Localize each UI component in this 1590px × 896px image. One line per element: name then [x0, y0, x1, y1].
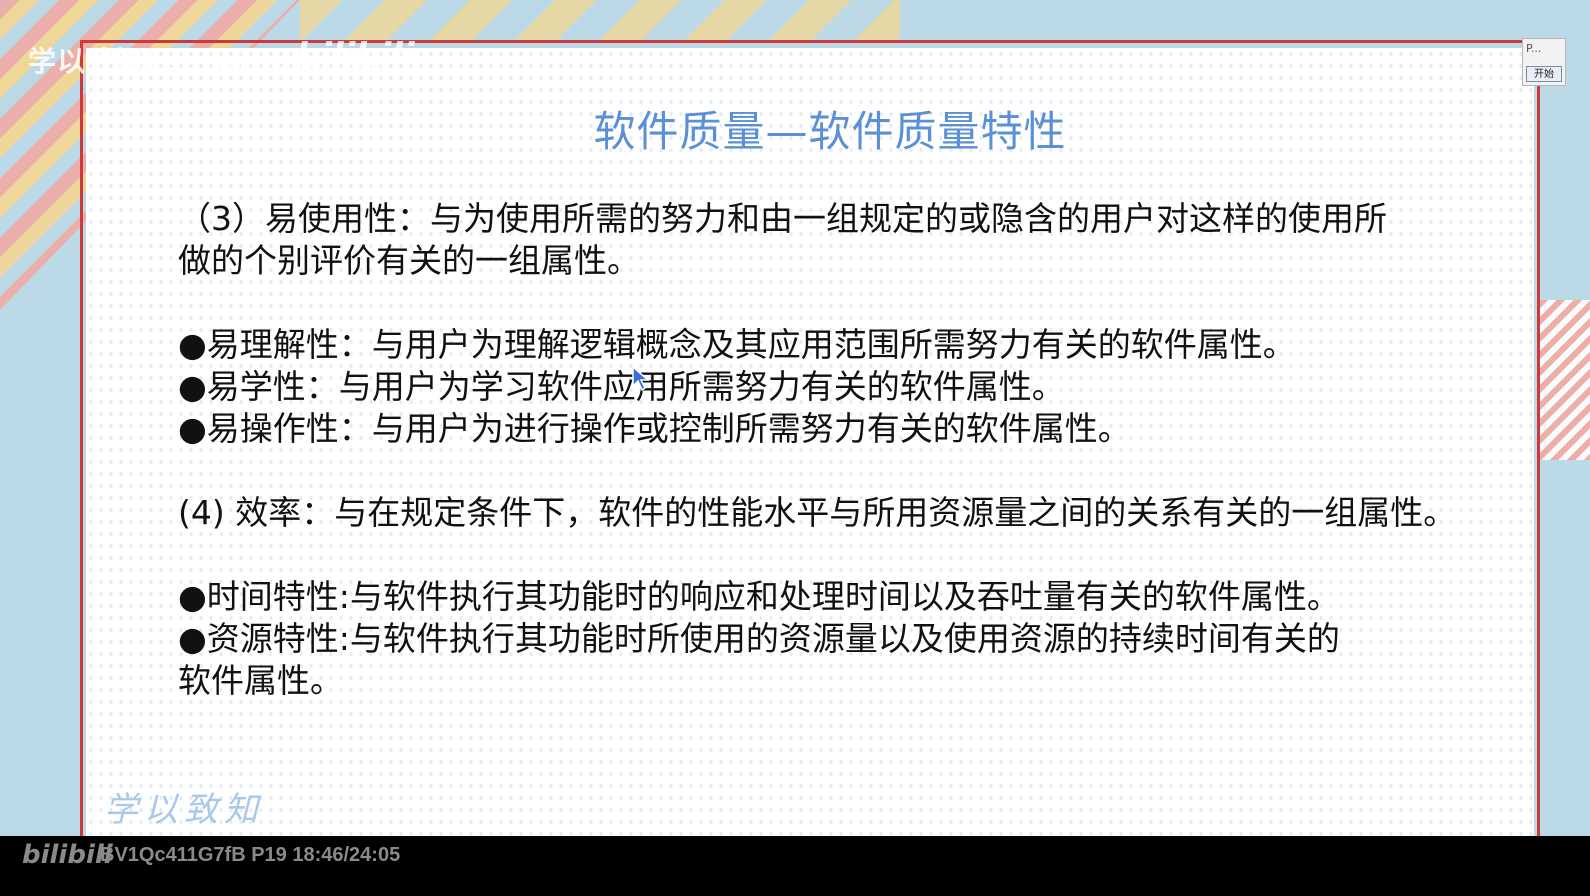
watermark-bilibili-logo: bilibili	[296, 36, 415, 76]
watermark-channel: 学以致知Learning	[28, 45, 292, 78]
text-line-usability: （3）易使用性：与为使用所需的努力和由一组规定的或隐含的用户对这样的使用所	[178, 199, 1387, 238]
start-button[interactable]: 开始	[1526, 66, 1562, 82]
mouse-cursor-icon	[632, 366, 650, 392]
slide-title: 软件质量—软件质量特性	[593, 107, 1067, 156]
background-band-top	[300, 0, 900, 40]
bullet-understandability: ●易理解性：与用户为理解逻辑概念及其应用范围所需努力有关的软件属性。	[178, 325, 1296, 364]
text-line-efficiency: (4) 效率：与在规定条件下，软件的性能水平与所用资源量之间的关系有关的一组属性…	[178, 493, 1457, 532]
bullet-resource-behavior: ●资源特性:与软件执行其功能时所使用的资源量以及使用资源的持续时间有关的	[178, 619, 1340, 658]
signature-calligraphy: 学以致知	[104, 790, 264, 830]
background-stripes-right	[1540, 300, 1590, 460]
text-line-usability-cont: 做的个别评价有关的一组属性。	[178, 241, 640, 280]
mini-widget-label: P...	[1526, 42, 1542, 55]
bullet-time-behavior: ●时间特性:与软件执行其功能时的响应和处理时间以及吞吐量有关的软件属性。	[178, 577, 1340, 616]
bullet-operability: ●易操作性：与用户为进行操作或控制所需努力有关的软件属性。	[178, 409, 1131, 448]
bullet-learnability: ●易学性：与用户为学习软件应用所需努力有关的软件属性。	[178, 367, 1065, 406]
bullet-resource-behavior-cont: 软件属性。	[178, 661, 343, 700]
video-id-timestamp: BV1Qc411G7fB P19 18:46/24:05	[100, 844, 401, 866]
